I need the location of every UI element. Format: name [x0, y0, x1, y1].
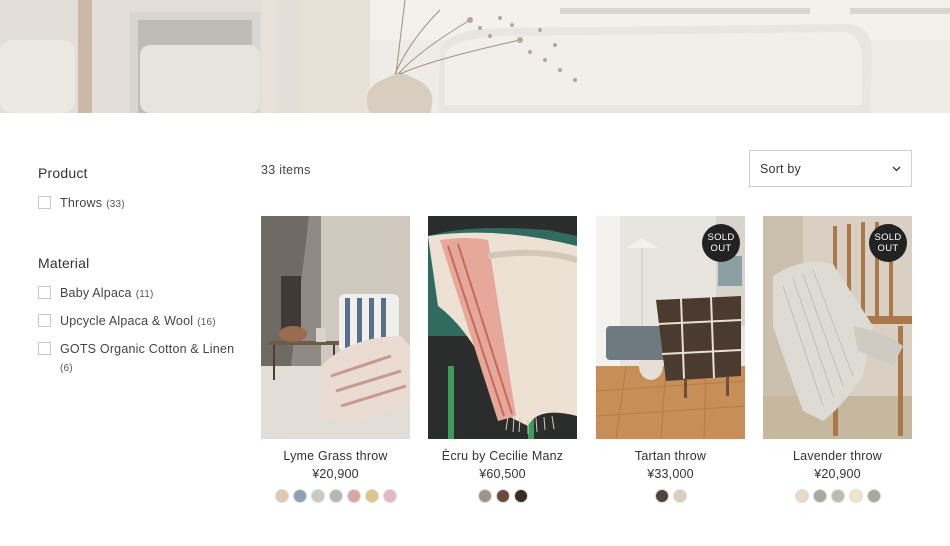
- product-card: Lyme Grass throw ¥20,900: [261, 216, 410, 503]
- color-swatches: [428, 489, 577, 503]
- sort-dropdown[interactable]: Sort by: [749, 150, 912, 187]
- color-swatch[interactable]: [477, 489, 492, 503]
- filter-option-baby-alpaca[interactable]: Baby Alpaca (11): [38, 284, 238, 304]
- product-price: ¥60,500: [479, 467, 526, 481]
- color-swatches: [763, 489, 912, 503]
- filter-sidebar: Product Throws (33) Material Baby Alpaca(…: [38, 160, 238, 410]
- filter-option-count: (6): [60, 363, 73, 374]
- product-image[interactable]: [261, 216, 410, 439]
- color-swatch[interactable]: [382, 489, 397, 503]
- filter-option-label: GOTS Organic Cotton & Linen (6): [60, 340, 234, 380]
- color-swatch[interactable]: [830, 489, 845, 503]
- color-swatch[interactable]: [328, 489, 343, 503]
- hero-image: [0, 0, 950, 113]
- color-swatch[interactable]: [672, 489, 687, 503]
- checkbox[interactable]: [38, 342, 51, 355]
- item-count: 33 items: [261, 163, 311, 177]
- color-swatches: [261, 489, 410, 503]
- color-swatch[interactable]: [310, 489, 325, 503]
- color-swatch[interactable]: [848, 489, 863, 503]
- filter-option-count: (11): [135, 289, 154, 300]
- product-price: ¥33,000: [647, 467, 694, 481]
- filter-title-product: Product: [38, 165, 88, 181]
- filter-option-throws[interactable]: Throws (33): [38, 194, 238, 214]
- checkbox[interactable]: [38, 314, 51, 327]
- product-name[interactable]: Lavender throw: [763, 447, 912, 465]
- product-image[interactable]: SOLD OUT: [596, 216, 745, 439]
- color-swatch[interactable]: [495, 489, 510, 503]
- product-card: SOLD OUT Tartan throw ¥33,000: [596, 216, 745, 503]
- sold-out-badge: SOLD OUT: [869, 224, 907, 262]
- checkbox[interactable]: [38, 286, 51, 299]
- chevron-down-icon: [892, 164, 901, 174]
- color-swatch[interactable]: [794, 489, 809, 503]
- color-swatch[interactable]: [513, 489, 528, 503]
- product-image[interactable]: [428, 216, 577, 439]
- color-swatch[interactable]: [292, 489, 307, 503]
- color-swatch[interactable]: [274, 489, 289, 503]
- product-price: ¥20,900: [814, 467, 861, 481]
- checkbox[interactable]: [38, 196, 51, 209]
- color-swatch[interactable]: [364, 489, 379, 503]
- product-name[interactable]: Ècru by Cecilie Manz: [428, 447, 577, 465]
- filter-option-upcycle-alpaca-wool[interactable]: Upcycle Alpaca & Wool (16): [38, 312, 238, 332]
- color-swatch[interactable]: [866, 489, 881, 503]
- filter-option-count: (33): [106, 199, 125, 210]
- color-swatch[interactable]: [654, 489, 669, 503]
- color-swatch[interactable]: [812, 489, 827, 503]
- color-swatches: [596, 489, 745, 503]
- filter-option-label: Upcycle Alpaca & Wool (16): [60, 314, 216, 328]
- sort-label: Sort by: [760, 161, 801, 176]
- product-price: ¥20,900: [312, 467, 359, 481]
- filter-option-count: (16): [197, 317, 216, 328]
- filter-option-label: Throws (33): [60, 196, 125, 210]
- product-image[interactable]: SOLD OUT: [763, 216, 912, 439]
- filter-group-product: Product Throws (33): [38, 160, 238, 214]
- filter-title-material: Material: [38, 255, 90, 271]
- product-card: Ècru by Cecilie Manz ¥60,500: [428, 216, 577, 503]
- product-card: SOLD OUT Lavender throw ¥20,900: [763, 216, 912, 503]
- hero-banner: [0, 0, 950, 113]
- sold-out-badge: SOLD OUT: [702, 224, 740, 262]
- color-swatch[interactable]: [346, 489, 361, 503]
- filter-option-gots-organic-cotton-linen[interactable]: GOTS Organic Cotton & Linen (6): [38, 340, 238, 380]
- product-name[interactable]: Tartan throw: [596, 447, 745, 465]
- product-name[interactable]: Lyme Grass throw: [261, 447, 410, 465]
- filter-group-material: Material Baby Alpaca (11) Upcycle Alpaca …: [38, 250, 238, 380]
- filter-option-label: Baby Alpaca (11): [60, 286, 154, 300]
